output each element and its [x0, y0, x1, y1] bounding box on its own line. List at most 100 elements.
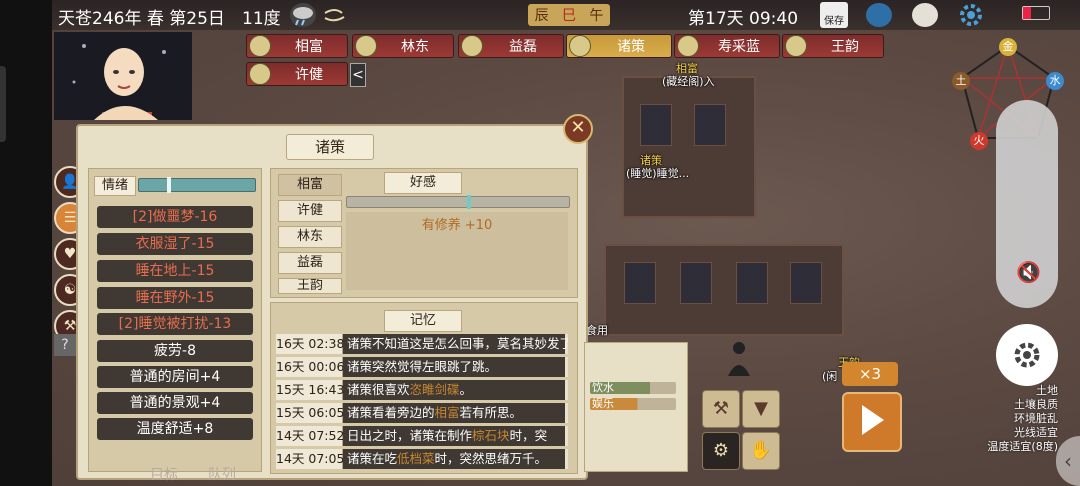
need-label: 娱乐: [592, 397, 614, 410]
map-label: (闲: [822, 370, 838, 383]
mood-item[interactable]: [2]睡觉被打扰-13: [97, 313, 253, 335]
palette-icon[interactable]: [912, 3, 938, 27]
avatar: [461, 35, 483, 57]
favor-detail-line: 有修养 +10: [421, 218, 493, 233]
memory-fragment: 诸策: [347, 382, 373, 397]
memory-text: 诸策很喜欢恣睢剑碟。: [343, 380, 565, 400]
bed[interactable]: [790, 262, 822, 304]
character-tab[interactable]: 相富: [246, 34, 348, 58]
avatar: [355, 35, 377, 57]
relation-name[interactable]: 王韵: [278, 278, 342, 294]
memory-row[interactable]: 16天 02:38 诸策不知道这是怎么回事，莫名其妙发了: [276, 334, 568, 354]
avatar: [785, 35, 807, 57]
memory-fragment: 诸策: [347, 405, 373, 420]
cancel-hand-icon[interactable]: ✋: [742, 432, 780, 470]
close-button[interactable]: ✕: [563, 114, 593, 144]
mood-item[interactable]: 疲劳-8: [97, 340, 253, 362]
tab-goals[interactable]: 目标: [150, 464, 178, 484]
memory-fragment: 在制作: [434, 428, 473, 443]
memory-fragment: 时，突: [509, 428, 548, 443]
memory-text: 日出之时，诸策在制作棕石块时，突: [343, 426, 565, 446]
settings-gear-icon[interactable]: [958, 3, 984, 27]
memory-row[interactable]: 14天 07:05 诸策在吃低档菜时，突然思绪万千。: [276, 449, 568, 469]
element-fire[interactable]: 火: [970, 132, 988, 150]
memory-fragment: 棕石块: [472, 428, 510, 443]
avatar: [249, 63, 271, 85]
save-button[interactable]: 保存: [820, 2, 848, 28]
character-tab[interactable]: 王韵: [782, 34, 884, 58]
character-portrait[interactable]: [54, 32, 192, 120]
element-metal[interactable]: 金: [999, 38, 1017, 56]
memory-fragment: 。: [459, 382, 473, 397]
memory-text: 诸策不知道这是怎么回事，莫名其妙发了: [343, 334, 568, 354]
mood-bar: [138, 177, 256, 193]
character-tab[interactable]: 益磊: [458, 34, 564, 58]
memory-fragment: 很喜欢: [372, 382, 410, 397]
relation-name[interactable]: 许健: [278, 200, 342, 222]
collapse-tabs-button[interactable]: <: [350, 63, 366, 87]
relation-name[interactable]: 林东: [278, 226, 342, 248]
volume-slider[interactable]: 🔇: [996, 100, 1058, 308]
play-icon: [862, 405, 884, 435]
relation-name[interactable]: 益磊: [278, 252, 342, 274]
character-tab-name: 相富: [295, 39, 323, 55]
character-tab[interactable]: 寿采蓝: [674, 34, 780, 58]
memory-fragment: 诸策: [347, 336, 373, 351]
wind-icon: [322, 3, 348, 27]
memory-row[interactable]: 16天 00:06 诸策突然觉得左眼跳了跳。: [276, 357, 568, 377]
mood-item[interactable]: 普通的房间+4: [97, 366, 253, 388]
save-label: 保存: [824, 16, 844, 27]
need-label: 饮水: [592, 381, 614, 394]
memory-time: 16天 00:06: [276, 357, 344, 377]
bed[interactable]: [624, 262, 656, 304]
mood-item[interactable]: 温度舒适+8: [97, 418, 253, 440]
favor-label: 好感: [384, 172, 462, 194]
character-tab[interactable]: 林东: [352, 34, 454, 58]
mood-item[interactable]: [2]做噩梦-16: [97, 206, 253, 228]
mood-item[interactable]: 睡在野外-15: [97, 287, 253, 309]
tab-queue[interactable]: 队列: [208, 464, 236, 484]
bed[interactable]: [694, 104, 726, 146]
relation-name[interactable]: 相富: [278, 174, 342, 196]
avatar: [677, 35, 699, 57]
memory-time: 15天 06:05: [276, 403, 344, 423]
top-bar: 天苍246年 春 第25日 11度 辰 巳 午 第17天 09:40 保存: [52, 0, 1080, 30]
priority-icon[interactable]: ▼: [742, 390, 780, 428]
memory-fragment: 诸策: [409, 428, 435, 443]
meditate-icon[interactable]: [722, 340, 756, 380]
need-bar: 娱乐: [590, 398, 676, 410]
memory-fragment: 不知道这是怎么回事，莫名其妙发了: [372, 336, 568, 351]
mute-icon[interactable]: 🔇: [1016, 260, 1041, 284]
memory-row[interactable]: 14天 07:52 日出之时，诸策在制作棕石块时，突: [276, 426, 568, 446]
shichen-current: 巳: [561, 8, 576, 24]
bed[interactable]: [680, 262, 712, 304]
memory-row[interactable]: 15天 16:43 诸策很喜欢恣睢剑碟。: [276, 380, 568, 400]
speed-indicator[interactable]: ×3: [842, 362, 898, 386]
mood-item[interactable]: 衣服湿了-15: [97, 233, 253, 255]
game-date: 天苍246年 春 第25日: [58, 9, 225, 29]
memory-fragment: 诸策: [347, 359, 373, 374]
character-tab-name: 许健: [295, 67, 323, 83]
memory-text: 诸策突然觉得左眼跳了跳。: [343, 357, 565, 377]
bed[interactable]: [736, 262, 768, 304]
element-water[interactable]: 水: [1046, 72, 1064, 90]
bed[interactable]: [640, 104, 672, 146]
compass-icon[interactable]: [866, 3, 892, 27]
character-tab-name: 寿采蓝: [718, 39, 760, 55]
character-tab-selected[interactable]: 诸策: [566, 34, 672, 58]
character-tab[interactable]: 许健: [246, 62, 348, 86]
work-icon[interactable]: ⚙: [702, 432, 740, 470]
rain-cloud-icon: [290, 3, 316, 27]
element-earth[interactable]: 土: [952, 72, 970, 90]
help-icon[interactable]: ?: [54, 334, 76, 356]
system-settings-button[interactable]: [996, 324, 1058, 386]
construct-icon[interactable]: ⚒: [702, 390, 740, 428]
mood-item[interactable]: 普通的景观+4: [97, 392, 253, 414]
mood-item[interactable]: 睡在地上-15: [97, 260, 253, 282]
avatar: [249, 35, 271, 57]
memory-row[interactable]: 15天 06:05 诸策看着旁边的相富若有所思。: [276, 403, 568, 423]
mood-label: 情绪: [94, 176, 136, 196]
building-sutra-pavilion[interactable]: [622, 76, 756, 218]
memory-time: 16天 02:38: [276, 334, 344, 354]
battery-icon: [1022, 6, 1050, 20]
